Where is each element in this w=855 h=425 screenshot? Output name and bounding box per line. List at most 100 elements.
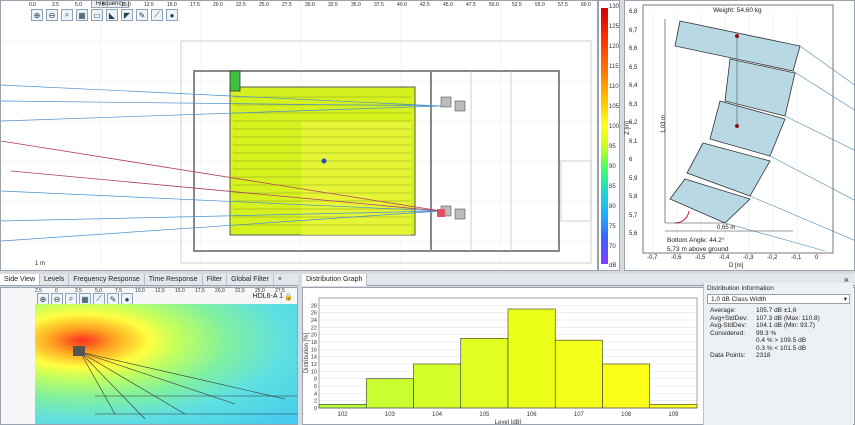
colorbar-tick: 105 (609, 104, 620, 110)
info-key: Considered: (710, 329, 746, 337)
info-value: 2318 (756, 352, 771, 359)
colorbar-unit: dB (609, 263, 617, 269)
x-tick: -0,4 (719, 255, 730, 261)
colorbar-tick: 70 (609, 244, 616, 250)
x-tick-label: 107 (574, 412, 585, 418)
bar (365, 378, 414, 409)
bar (413, 363, 462, 409)
y-tick: 6,3 (629, 101, 638, 108)
array-side-view[interactable]: Weight: 54,60 kg Bottom Angle: 44.2° 5,7… (624, 0, 855, 271)
x-tick: -0,6 (671, 255, 682, 261)
y-tick-label: 14 (311, 355, 317, 361)
level-colorbar: 130 125 120 115 110 105 100 95 90 85 80 … (598, 0, 620, 271)
info-key: Avg+StdDev: (710, 314, 749, 322)
y-tick: 6,1 (629, 138, 638, 145)
info-row: Avg+StdDev: 107.3 dB (Max: 110.8) (704, 315, 853, 323)
y-tick-label: 2 (314, 399, 317, 405)
x-tick: -0,2 (767, 255, 778, 261)
ruler-tick: 20,0 (215, 288, 225, 294)
y-tick-label: 20 (311, 333, 317, 339)
y-tick-label: 8 (314, 377, 317, 383)
info-value: 105.7 dB ±1,6 (756, 307, 797, 314)
y-tick: 5,9 (629, 175, 638, 182)
distribution-chart: 0246810121416182022242628102 103 104 105 106… (304, 297, 698, 425)
y-tick-label: 26 (311, 311, 317, 317)
side-view-rays (73, 346, 297, 420)
y-tick-label: 22 (311, 325, 317, 331)
bottom-angle-label: Bottom Angle: 44.2° (667, 237, 725, 244)
x-tick-label: 106 (527, 412, 538, 418)
colorbar-tick: 80 (609, 204, 616, 210)
y-tick-label: 4 (314, 391, 317, 397)
info-row: Average: 105.7 dB ±1,6 (704, 307, 853, 315)
above-ground-label: 5,73 m above ground (667, 246, 729, 253)
colorbar-tick: 115 (609, 64, 619, 70)
weight-label: Weight: 54,60 kg (713, 7, 762, 14)
close-icon[interactable]: × (274, 274, 286, 285)
scale-label: 1 m (35, 261, 46, 267)
colorbar-gradient (601, 8, 608, 264)
tab-time-response[interactable]: Time Response (145, 274, 203, 285)
bar (460, 338, 509, 409)
tab-levels[interactable]: Levels (40, 274, 70, 285)
y-tick-label: 10 (311, 369, 317, 375)
side-view-panel[interactable]: 2,5 0 2,5 5,0 7,5 10,0 12,5 15,0 17,5 20,0 22,5 25,… (0, 287, 298, 425)
info-key (710, 337, 756, 345)
info-value: 107.3 dB (Max: 110.8) (756, 314, 820, 322)
tab-distribution-graph[interactable]: Distribution Graph (302, 274, 368, 286)
ruler-tick: 22,5 (235, 288, 245, 294)
y-tick-label: 0 (314, 406, 317, 412)
y-tick: 5,7 (629, 212, 638, 219)
info-key: Avg-StdDev: (710, 322, 747, 329)
y-tick: 6,6 (629, 46, 638, 52)
info-value: 104.1 dB (Min: 93.7) (756, 322, 815, 329)
info-row: 0.3 % < 101.5 dB (704, 345, 853, 353)
info-key: Data Points: (710, 352, 746, 359)
info-value: 0.4 % > 109.5 dB (756, 337, 807, 344)
ruler-tick: 12,5 (155, 288, 165, 294)
x-tick-label: 102 (338, 412, 349, 418)
x-axis-label: Level [dB] (495, 420, 522, 425)
x-tick-label: 104 (432, 412, 443, 418)
bar (318, 404, 367, 409)
y-tick: 6,8 (629, 9, 638, 15)
info-row: Avg-StdDev: 104.1 dB (Min: 93.7) (704, 322, 853, 330)
width-dimension: 0,65 m (717, 225, 736, 231)
tab-global-filter[interactable]: Global Filter (227, 274, 274, 285)
plan-view[interactable]: Frequency 0.0 2.5 5.0 7.5 10.0 12.5 15.0 17.5 20… (0, 0, 598, 271)
colorbar-tick: 125 (609, 24, 620, 30)
bottom-left-tabbar: Side View Levels Frequency Response Time… (0, 274, 298, 286)
lock-icon[interactable]: 🔒 (284, 293, 293, 301)
array-drawing (642, 4, 855, 254)
y-tick-label: 24 (311, 318, 317, 324)
x-tick: -0,3 (743, 255, 754, 261)
chevron-down-icon: ▾ (843, 296, 847, 303)
colorbar-tick: 110 (609, 84, 619, 90)
x-tick: -0,7 (647, 255, 658, 261)
x-tick: 0 (815, 255, 819, 261)
y-tick: 5,6 (629, 231, 638, 237)
tab-side-view[interactable]: Side View (0, 274, 41, 285)
y-tick: 6 (629, 157, 633, 163)
x-tick-label: 103 (385, 412, 396, 418)
dist-info-rows: Average: 105.7 dB ±1,6 Avg+StdDev: 107.3 dB… (704, 307, 853, 360)
info-value: 99.3 % (756, 329, 777, 337)
y-tick-label: 6 (314, 384, 317, 390)
bar (507, 308, 556, 409)
info-row: Considered: 99.3 % (704, 330, 853, 338)
distribution-info-panel: Distribution Information 1,0 dB Class Wi… (703, 283, 853, 425)
info-row: Data Points: 2318 (704, 352, 853, 360)
x-axis-label: D [m] (729, 263, 744, 269)
y-tick-label: 28 (311, 303, 317, 309)
tab-filter[interactable]: Filter (203, 274, 228, 285)
height-dimension: 1,03 m (661, 114, 668, 134)
side-view-heatmap (35, 304, 297, 424)
tab-frequency-response[interactable]: Frequency Response (69, 274, 145, 285)
x-tick: -0,5 (695, 255, 706, 261)
info-key: Average: (710, 307, 736, 314)
colorbar-tick: 130 (609, 4, 620, 10)
y-tick-label: 12 (311, 362, 317, 368)
class-width-select[interactable]: 1,0 dB Class Width ▾ (707, 294, 850, 304)
colorbar-tick: 90 (609, 164, 616, 170)
dist-info-title: Distribution Information (707, 285, 774, 292)
